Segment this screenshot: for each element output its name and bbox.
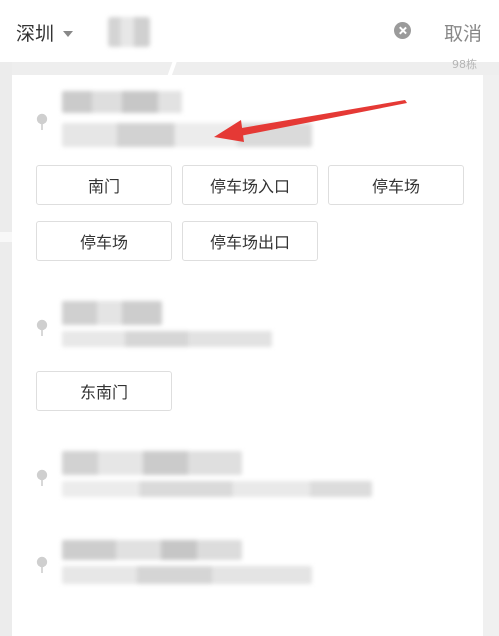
red-arrow-annotation [214, 100, 407, 142]
